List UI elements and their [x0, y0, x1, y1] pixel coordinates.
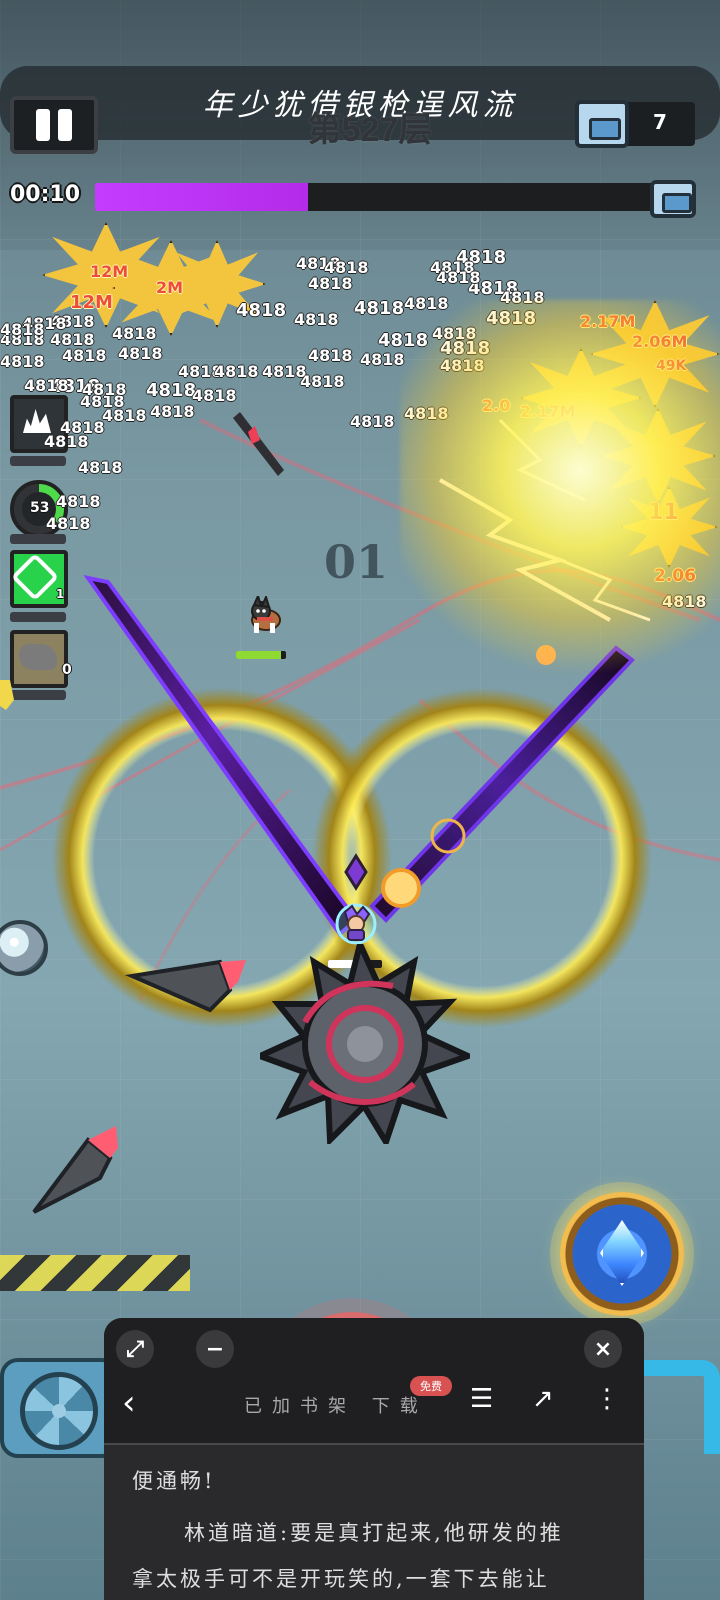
- damage-number: 4818: [360, 350, 405, 369]
- damage-number: 4818: [24, 376, 69, 395]
- damage-number: 4818: [0, 320, 45, 339]
- damage-number: 4818: [500, 288, 545, 307]
- damage-number: 4818: [300, 372, 345, 391]
- dog-companion: [251, 596, 281, 633]
- damage-number: 4818: [236, 300, 287, 321]
- reader-line-3: 拿太极手可不是开玩笑的,一套下去能让: [132, 1567, 550, 1591]
- reader-line-2: 林道暗道:要是真打起来,他研发的推: [184, 1521, 564, 1545]
- damage-number: 4818: [662, 592, 707, 611]
- chat-icon[interactable]: ☰: [470, 1386, 493, 1412]
- spiked-ball-weapon: [260, 944, 470, 1144]
- big-hit-8: 49K: [656, 358, 687, 374]
- damage-number: 4818: [0, 352, 45, 371]
- big-hit-4: 2.17M: [580, 312, 636, 331]
- reader-overlay: ⤢ − × ‹ 已加书架 下载 免费 ☰ ↗ ⋮ 便通畅! 林道暗道:要是真打起…: [104, 1318, 644, 1600]
- close-icon[interactable]: ×: [584, 1330, 622, 1368]
- damage-number: 4818: [354, 298, 405, 319]
- player-hero: [335, 903, 377, 945]
- damage-number: 4818: [214, 362, 259, 381]
- free-badge: 免费: [410, 1376, 452, 1396]
- hit-burst-6: [600, 408, 716, 504]
- damage-number: 4818: [82, 380, 127, 399]
- damage-number: 4818: [486, 308, 537, 329]
- big-hit-5: 2.06M: [632, 332, 688, 351]
- back-icon[interactable]: ‹: [122, 1386, 136, 1420]
- hit-burst-4: [520, 348, 642, 448]
- damage-number: 4818: [56, 492, 101, 511]
- damage-number: 4818: [62, 346, 107, 365]
- expand-icon[interactable]: ⤢: [116, 1330, 154, 1368]
- dagger-icon: [233, 412, 284, 476]
- lightning-burst: [439, 418, 651, 622]
- damage-number: 4818: [118, 344, 163, 363]
- dog-health-bar: [236, 651, 286, 659]
- damage-number: 4818: [404, 294, 449, 313]
- spark-orb: [536, 645, 556, 665]
- damage-number: 4818: [378, 330, 429, 351]
- hit-burst-5: [590, 300, 720, 408]
- energy-orb: [381, 868, 421, 908]
- damage-number: 4818: [60, 418, 105, 437]
- damage-number: 4818: [436, 268, 481, 287]
- damage-number: 4818: [78, 458, 123, 477]
- big-hit-7: 2.17M: [520, 402, 576, 421]
- damage-number: 4818: [112, 324, 157, 343]
- big-hit-6: 2.06: [654, 566, 696, 586]
- damage-number: 4818: [350, 412, 395, 431]
- damage-number: 4818: [308, 346, 353, 365]
- share-icon[interactable]: ↗: [532, 1386, 554, 1412]
- big-hit-3: 2M: [156, 278, 184, 297]
- impact-fragment: [0, 680, 14, 710]
- big-hit-10: 11: [648, 500, 679, 525]
- big-hit-1: 12M: [70, 292, 113, 313]
- hit-burst-7: [620, 486, 718, 568]
- damage-number: 4818: [432, 324, 477, 343]
- damage-number: 4818: [146, 380, 197, 401]
- damage-number: 4818: [404, 404, 449, 423]
- big-hit-2: 12M: [90, 262, 129, 281]
- damage-number: 4818: [440, 338, 491, 359]
- reader-toolbar: [104, 1318, 644, 1444]
- more-icon[interactable]: ⋮: [594, 1386, 620, 1412]
- pipe-right: [640, 1360, 720, 1454]
- reader-divider: [104, 1443, 644, 1445]
- reader-content: 便通畅! 林道暗道:要是真打起来,他研发的推 拿太极手可不是开玩笑的,一套下去能…: [104, 1450, 644, 1600]
- damage-number: 4818: [46, 514, 91, 533]
- fan-machine: [0, 1358, 120, 1458]
- big-hit-9: 2.0: [482, 396, 511, 415]
- reader-line-1: 便通畅!: [132, 1469, 216, 1493]
- damage-number: 4818: [150, 402, 195, 421]
- damage-number: 4818: [294, 310, 339, 329]
- spike-missile-bottom: [32, 1126, 118, 1214]
- minimize-icon[interactable]: −: [196, 1330, 234, 1368]
- dog-health-fill: [236, 651, 281, 659]
- damage-number: 4818: [440, 356, 485, 375]
- damage-number: 4818: [192, 386, 237, 405]
- damage-number: 4818: [102, 406, 147, 425]
- reader-status-text[interactable]: 已加书架 下载: [244, 1392, 428, 1418]
- damage-number: 4818: [324, 258, 369, 277]
- hazard-stripe: [0, 1255, 190, 1291]
